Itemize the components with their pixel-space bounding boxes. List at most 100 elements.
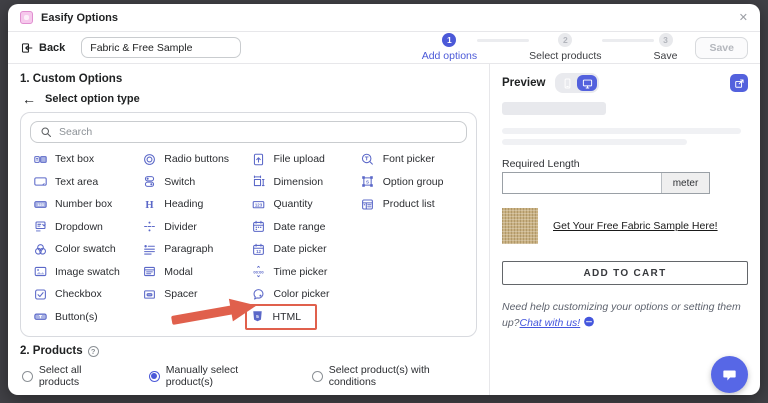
options-panel: 1. Custom Options ← Select option type S… bbox=[8, 64, 490, 395]
datepicker-icon: 12 bbox=[252, 242, 266, 256]
fabric-sample-image bbox=[502, 208, 538, 244]
colorpicker-icon bbox=[252, 287, 266, 301]
option-type-divider[interactable]: Divider bbox=[139, 216, 248, 239]
option-type-option-group[interactable]: S Option group bbox=[358, 171, 467, 194]
spacer-icon bbox=[142, 287, 156, 301]
dropdown-icon bbox=[33, 220, 47, 234]
step-label: Select products bbox=[529, 50, 602, 62]
option-type-radio-buttons[interactable]: Radio buttons bbox=[139, 148, 248, 171]
option-type-column: File upload Dimension 123 Quantity Date rang… bbox=[244, 148, 358, 330]
back-arrow-icon[interactable]: ← bbox=[22, 92, 36, 106]
back-button[interactable]: Back bbox=[20, 41, 65, 55]
required-length-input[interactable] bbox=[503, 173, 661, 193]
option-search-input[interactable]: Search bbox=[30, 121, 467, 143]
option-type-file-upload[interactable]: File upload bbox=[249, 148, 358, 171]
numberbox-icon: 123 bbox=[33, 197, 47, 211]
expand-preview-button[interactable] bbox=[730, 74, 748, 92]
option-type-label: Date picker bbox=[273, 243, 327, 256]
easify-app-icon bbox=[20, 11, 33, 24]
back-label: Back bbox=[39, 41, 66, 54]
preview-panel: Preview Required Length meter Get Your F… bbox=[490, 64, 760, 395]
option-type-text-area[interactable]: Text area bbox=[30, 171, 139, 194]
option-type-dimension[interactable]: Dimension bbox=[249, 171, 358, 194]
svg-text:H: H bbox=[145, 200, 154, 211]
wizard-step-select-products[interactable]: 2 Select products bbox=[529, 33, 602, 62]
option-type-label: Time picker bbox=[273, 265, 328, 278]
desktop-view-button[interactable] bbox=[577, 75, 598, 91]
option-type-checkbox[interactable]: Checkbox bbox=[30, 283, 139, 306]
close-icon[interactable]: ✕ bbox=[739, 11, 748, 24]
option-type-label: Product list bbox=[382, 198, 435, 211]
unit-suffix: meter bbox=[661, 173, 709, 193]
wizard-step-add-options[interactable]: 1 Add options bbox=[422, 33, 477, 62]
option-type-date-picker[interactable]: 12 Date picker bbox=[249, 238, 358, 261]
option-type-image-swatch[interactable]: Image swatch bbox=[30, 261, 139, 284]
toolbar: Back 1 Add options 2 Select products 3 Save S… bbox=[8, 32, 760, 64]
option-type-column: Font picker S Option group Product list bbox=[358, 148, 467, 328]
paragraph-icon bbox=[142, 242, 156, 256]
option-type-label: HTML bbox=[272, 310, 302, 323]
radio-manually-select-product-s[interactable]: Manually select product(s) bbox=[148, 364, 286, 388]
step-connector bbox=[477, 39, 530, 42]
option-type-label: Dimension bbox=[273, 175, 324, 188]
option-type-spacer[interactable]: Spacer bbox=[139, 283, 248, 306]
chat-with-us-link[interactable]: Chat with us! bbox=[520, 317, 581, 329]
option-type-text-box[interactable]: Text box bbox=[30, 148, 139, 171]
quantity-icon: 123 bbox=[252, 197, 266, 211]
option-type-time-picker[interactable]: 00:00 Time picker bbox=[249, 261, 358, 284]
option-type-quantity[interactable]: 123 Quantity bbox=[249, 193, 358, 216]
skeleton-line-placeholder bbox=[502, 139, 687, 145]
fileupload-icon bbox=[252, 152, 266, 166]
optiongroup-icon: S bbox=[361, 175, 375, 189]
wizard-step-save[interactable]: 3 Save bbox=[654, 33, 677, 62]
option-type-label: Dropdown bbox=[55, 220, 103, 233]
option-type-label: Paragraph bbox=[164, 243, 214, 256]
step-connector bbox=[601, 39, 654, 42]
option-type-label: Button(s) bbox=[55, 310, 98, 323]
option-type-paragraph[interactable]: Paragraph bbox=[139, 238, 248, 261]
window-titlebar: Easify Options ✕ bbox=[8, 4, 760, 32]
radio-select-product-s-with-conditions[interactable]: Select product(s) with conditions bbox=[311, 364, 477, 388]
option-type-font-picker[interactable]: Font picker bbox=[358, 148, 467, 171]
save-button[interactable]: Save bbox=[695, 36, 748, 59]
option-type-label: Image swatch bbox=[55, 265, 120, 278]
help-question-icon[interactable]: ? bbox=[87, 345, 99, 357]
option-type-html[interactable]: 5 HTML bbox=[244, 303, 317, 330]
product-selection-radios: Select all products Manually select produ… bbox=[22, 364, 477, 388]
option-type-label: Modal bbox=[164, 265, 193, 278]
option-set-name-input[interactable] bbox=[81, 37, 242, 58]
svg-text:123: 123 bbox=[255, 202, 263, 207]
option-type-date-range[interactable]: Date range bbox=[249, 216, 358, 239]
required-length-label: Required Length bbox=[502, 158, 580, 170]
option-type-color-picker[interactable]: Color picker bbox=[249, 283, 358, 306]
option-type-color-swatch[interactable]: Color swatch bbox=[30, 238, 139, 261]
option-type-column: Text box Text area 123 Number box Dropdown Co… bbox=[30, 148, 139, 328]
imageswatch-icon bbox=[33, 265, 47, 279]
option-type-switch[interactable]: Switch bbox=[139, 171, 248, 194]
step-number-badge: 1 bbox=[442, 33, 457, 47]
svg-text:00:00: 00:00 bbox=[253, 270, 264, 275]
mobile-view-button[interactable] bbox=[557, 75, 577, 91]
option-type-number-box[interactable]: 123 Number box bbox=[30, 193, 139, 216]
option-type-product-list[interactable]: Product list bbox=[358, 193, 467, 216]
svg-text:12: 12 bbox=[256, 249, 261, 254]
fabric-sample-link[interactable]: Get Your Free Fabric Sample Here! bbox=[553, 220, 718, 232]
radio-select-all-products[interactable]: Select all products bbox=[22, 364, 123, 388]
option-type-card: Search Text box Text area 123 Number box Dro… bbox=[20, 112, 477, 337]
option-type-label: Option group bbox=[382, 175, 444, 188]
fontpicker-icon bbox=[361, 152, 375, 166]
step-label: Add options bbox=[421, 50, 478, 62]
option-type-label: Date range bbox=[273, 220, 326, 233]
add-to-cart-button[interactable]: ADD TO CART bbox=[502, 261, 748, 285]
easify-options-modal: Easify Options ✕ Back 1 Add options 2 Selec… bbox=[8, 4, 760, 395]
radio-button-icon bbox=[311, 370, 323, 382]
radio-icon bbox=[142, 152, 156, 166]
option-type-button-s[interactable]: Button(s) bbox=[30, 306, 139, 329]
daterange-icon bbox=[252, 220, 266, 234]
option-type-label: Switch bbox=[164, 175, 196, 188]
chat-widget-button[interactable] bbox=[711, 356, 748, 393]
option-type-modal[interactable]: Modal bbox=[139, 261, 248, 284]
option-type-dropdown[interactable]: Dropdown bbox=[30, 216, 139, 239]
option-type-label: Color swatch bbox=[55, 243, 116, 256]
option-type-heading[interactable]: H Heading bbox=[139, 193, 248, 216]
